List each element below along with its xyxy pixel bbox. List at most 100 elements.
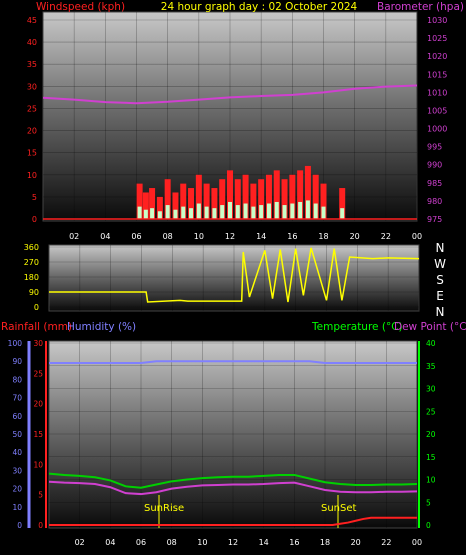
rainfall-tick-label: 0	[38, 521, 43, 530]
temp-x-tick-label: 08	[167, 538, 177, 547]
windspeed-tick-label: 5	[32, 193, 37, 202]
barometer-tick-label: 1010	[427, 88, 447, 97]
wind-x-tick-label: 08	[163, 232, 173, 241]
temperature-tick-label: 0	[426, 521, 431, 530]
temperature-tick-label: 25	[426, 407, 436, 416]
sunrise-label: SunRise	[144, 503, 184, 514]
wind-x-tick-label: 18	[318, 232, 328, 241]
avg-wind-bar	[340, 208, 345, 219]
windspeed-tick-label: 40	[27, 38, 37, 47]
wind-x-tick-label: 14	[256, 232, 266, 241]
barometer-tick-label: 980	[427, 197, 442, 206]
direction-tick-label: 180	[24, 273, 39, 282]
direction-label-w: W	[434, 257, 446, 271]
dewpoint-axis-title: Dew Point (°C)	[394, 321, 466, 333]
temp-x-tick-label: 16	[289, 538, 299, 547]
windspeed-tick-label: 30	[27, 82, 37, 91]
humidity-tick-label: 100	[8, 339, 23, 348]
temperature-tick-label: 40	[426, 339, 436, 348]
temp-x-tick-label: 12	[228, 538, 238, 547]
temp-x-tick-label: 06	[136, 538, 146, 547]
avg-wind-bar	[305, 200, 310, 219]
barometer-tick-label: 1005	[427, 106, 447, 115]
windspeed-tick-label: 35	[27, 60, 37, 69]
direction-tick-label: 360	[24, 243, 39, 252]
avg-wind-bar	[165, 205, 170, 219]
temperature-tick-label: 30	[426, 385, 436, 394]
temperature-tick-label: 10	[426, 476, 436, 485]
barometer-tick-label: 995	[427, 143, 442, 152]
avg-wind-bar	[196, 203, 201, 219]
direction-label-e: E	[436, 289, 444, 303]
humidity-axis-title: Humidity (%)	[67, 321, 136, 333]
sunset-label: SunSet	[321, 503, 357, 514]
barometer-tick-label: 1020	[427, 52, 447, 61]
humidity-tick-label: 80	[12, 375, 22, 384]
barometer-tick-label: 1015	[427, 70, 447, 79]
temp-x-tick-label: 10	[197, 538, 207, 547]
direction-label-n-top: N	[436, 241, 445, 255]
windspeed-tick-label: 45	[27, 16, 37, 25]
rainfall-tick-label: 10	[33, 460, 43, 469]
wind-x-tick-label: 02	[69, 232, 79, 241]
avg-wind-bar	[157, 211, 162, 219]
temp-x-tick-label: 20	[351, 538, 361, 547]
temperature-tick-label: 15	[426, 453, 436, 462]
direction-tick-label: 0	[34, 303, 39, 312]
temp-x-tick-label: 14	[259, 538, 269, 547]
humidity-tick-label: 30	[12, 466, 22, 475]
avg-wind-bar	[137, 206, 142, 219]
wind-x-tick-label: 06	[131, 232, 141, 241]
barometer-tick-label: 985	[427, 179, 442, 188]
barometer-axis-title: Barometer (hpa)	[377, 1, 464, 13]
barometer-tick-label: 1000	[427, 125, 447, 134]
avg-wind-bar	[274, 201, 279, 219]
humidity-tick-label: 10	[12, 503, 22, 512]
avg-wind-bar	[298, 201, 303, 219]
temperature-tick-label: 20	[426, 430, 436, 439]
wind-x-tick-label: 04	[100, 232, 110, 241]
temp-x-tick-label: 18	[320, 538, 330, 547]
windspeed-tick-label: 10	[27, 171, 37, 180]
humidity-tick-label: 50	[12, 430, 22, 439]
humidity-tick-label: 20	[12, 485, 22, 494]
humidity-tick-label: 70	[12, 394, 22, 403]
avg-wind-bar	[290, 203, 295, 219]
avg-wind-bar	[243, 203, 248, 219]
humidity-tick-label: 90	[12, 357, 22, 366]
avg-wind-bar	[228, 201, 232, 219]
windspeed-axis-title: Windspeed (kph)	[36, 1, 125, 13]
avg-wind-bar	[181, 206, 186, 219]
temperature-axis-title: Temperature (°C)	[311, 321, 403, 333]
direction-label-n-bottom: N	[436, 305, 445, 319]
avg-wind-bar	[173, 209, 178, 219]
direction-label-s: S	[436, 273, 444, 287]
avg-wind-bar	[220, 205, 225, 219]
avg-wind-bar	[143, 209, 148, 219]
barometer-tick-label: 990	[427, 161, 442, 170]
avg-wind-bar	[204, 206, 209, 219]
avg-wind-bar	[212, 208, 217, 219]
temperature-tick-label: 35	[426, 362, 436, 371]
wind-x-tick-label: 00	[412, 232, 422, 241]
temp-x-tick-label: 22	[381, 538, 391, 547]
windspeed-tick-label: 0	[32, 215, 37, 224]
wind-x-tick-label: 20	[350, 232, 360, 241]
direction-tick-label: 270	[24, 258, 39, 267]
avg-wind-bar	[282, 205, 287, 219]
temp-x-tick-label: 02	[75, 538, 85, 547]
rainfall-tick-label: 15	[33, 430, 43, 439]
avg-wind-bar	[251, 206, 256, 219]
graph-title: 24 hour graph day : 02 October 2024	[161, 1, 358, 13]
rainfall-axis-title: Rainfall (mm)	[1, 321, 72, 333]
avg-wind-bar	[150, 208, 155, 219]
wind-x-tick-label: 22	[381, 232, 391, 241]
wind-x-tick-label: 12	[225, 232, 235, 241]
temp-x-tick-label: 00	[412, 538, 422, 547]
rainfall-tick-label: 25	[33, 369, 43, 378]
weather-graph: 051015202530354045 975980985990995100010…	[1, 1, 466, 547]
humidity-tick-label: 40	[12, 448, 22, 457]
rainfall-tick-label: 5	[38, 491, 43, 500]
avg-wind-bar	[259, 205, 264, 219]
temp-x-tick-label: 04	[105, 538, 115, 547]
